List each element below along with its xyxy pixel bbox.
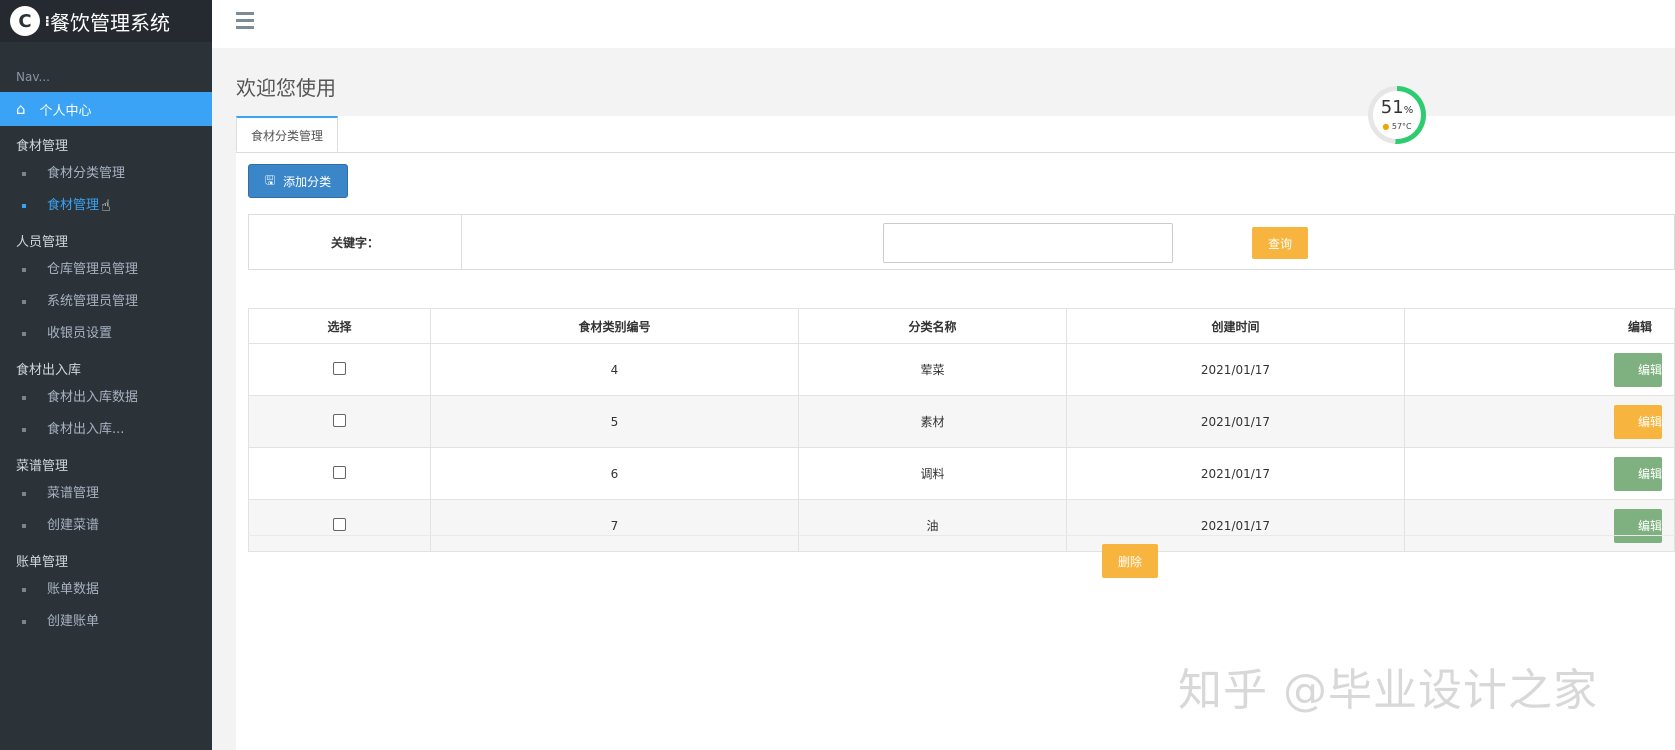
sidebar-item-stock-inout[interactable]: 食材出入库...: [0, 414, 212, 446]
cell-date: 2021/01/17: [1066, 447, 1405, 500]
table-row: 5 素材 2021/01/17 编辑: [248, 395, 1675, 448]
bullet-icon: [22, 172, 26, 176]
cell-date: 2021/01/17: [1066, 343, 1405, 396]
cell-name: 调料: [798, 447, 1067, 500]
brand-title: 餐饮管理系统: [50, 10, 170, 35]
thermometer-icon: ●: [1382, 122, 1390, 131]
sidebar-item-bill-data[interactable]: 账单数据: [0, 574, 212, 606]
col-id: 食材类别编号: [430, 308, 799, 344]
page-title: 欢迎您使用: [236, 76, 336, 100]
home-icon: ⌂: [16, 100, 26, 118]
row-checkbox[interactable]: [333, 517, 346, 531]
query-button[interactable]: 查询: [1252, 227, 1308, 259]
sidebar-item-stock-data[interactable]: 食材出入库数据: [0, 382, 212, 414]
sidebar-item-label: 食材分类管理: [47, 166, 126, 181]
edit-button[interactable]: 编辑: [1614, 456, 1662, 491]
sidebar-item-ingredient-category[interactable]: 食材分类管理: [0, 158, 212, 190]
delete-button[interactable]: 删除: [1102, 544, 1158, 578]
cell-name: 荤菜: [798, 343, 1067, 396]
save-icon: 🖫: [264, 172, 276, 187]
edit-button[interactable]: 编辑: [1614, 404, 1662, 439]
sidebar-item-cashier[interactable]: 收银员设置: [0, 318, 212, 350]
col-created: 创建时间: [1066, 308, 1405, 344]
sidebar-item-label: 系统管理员管理: [47, 294, 139, 309]
brand: C ⁝ 餐饮管理系统: [0, 0, 212, 42]
sidebar-item-label: 食材管理: [47, 198, 100, 213]
col-select: 选择: [248, 308, 431, 344]
nav-group-recipes[interactable]: 菜谱管理: [0, 446, 212, 478]
table-header-row: 选择 食材类别编号 分类名称 创建时间 编辑: [248, 308, 1675, 344]
watermark: 知乎 @毕业设计之家: [1178, 665, 1598, 716]
col-edit: 编辑: [1404, 308, 1675, 344]
row-checkbox[interactable]: [333, 361, 346, 375]
topbar: [212, 0, 1675, 49]
main-content: 欢迎您使用 食材分类管理 🖫 添加分类 关键字： 查询 选择 食材类别编号 分类…: [212, 48, 1675, 750]
sidebar-item-label: 个人中心: [39, 103, 92, 119]
sidebar-item-system-admin[interactable]: 系统管理员管理: [0, 286, 212, 318]
row-checkbox[interactable]: [333, 413, 346, 427]
sidebar-item-label: 收银员设置: [47, 326, 113, 341]
sidebar-item-label: 食材出入库...: [47, 422, 125, 437]
sidebar-item-label: 创建账单: [47, 614, 100, 629]
cell-id: 5: [430, 395, 799, 448]
sidebar-item-label: 仓库管理员管理: [47, 262, 139, 277]
tab-bar: 食材分类管理: [236, 116, 1675, 153]
category-table: 选择 食材类别编号 分类名称 创建时间 编辑 4 荤菜 2021/01/17 编…: [248, 308, 1675, 552]
cell-id: 4: [430, 343, 799, 396]
sidebar-item-label: 菜谱管理: [47, 486, 100, 501]
cpu-gauge: 51% ● 57°C: [1368, 86, 1426, 144]
search-label: 关键字：: [249, 215, 462, 269]
edit-button[interactable]: 编辑: [1614, 352, 1662, 387]
nav-group-bills[interactable]: 账单管理: [0, 542, 212, 574]
cell-date: 2021/01/17: [1066, 395, 1405, 448]
keyword-input[interactable]: [883, 223, 1173, 263]
sidebar-item-label: 创建菜谱: [47, 518, 100, 533]
gauge-inner: 51% ● 57°C: [1373, 91, 1421, 139]
gauge-unit: %: [1403, 105, 1414, 116]
divider: [248, 535, 1675, 536]
bullet-icon: [22, 492, 26, 496]
gauge-value: 51: [1380, 97, 1404, 118]
hand-cursor-icon: ☝: [101, 196, 111, 215]
sidebar: C ⁝ 餐饮管理系统 Nav... ⌂ 个人中心 食材管理 食材分类管理 食材管理…: [0, 0, 212, 750]
cell-name: 素材: [798, 395, 1067, 448]
add-category-button[interactable]: 🖫 添加分类: [248, 164, 348, 198]
nav-group-stock[interactable]: 食材出入库: [0, 350, 212, 382]
cell-id: 6: [430, 447, 799, 500]
nav-group-ingredients[interactable]: 食材管理: [0, 126, 212, 158]
sidebar-item-ingredient-management[interactable]: 食材管理 ☝: [0, 190, 212, 222]
bullet-icon: [22, 396, 26, 400]
search-row: 关键字： 查询: [248, 214, 1675, 270]
sidebar-item-create-recipe[interactable]: 创建菜谱: [0, 510, 212, 542]
sidebar-item-home[interactable]: ⌂ 个人中心: [0, 92, 212, 126]
bullet-icon: [22, 428, 26, 432]
bullet-icon: [22, 300, 26, 304]
row-checkbox[interactable]: [333, 465, 346, 479]
col-name: 分类名称: [798, 308, 1067, 344]
add-category-label: 添加分类: [283, 174, 332, 189]
sidebar-item-label: 账单数据: [47, 582, 100, 597]
cell-name: 油: [798, 499, 1067, 552]
sidebar-item-label: 食材出入库数据: [47, 390, 139, 405]
sidebar-item-create-bill[interactable]: 创建账单: [0, 606, 212, 638]
nav-group-staff[interactable]: 人员管理: [0, 222, 212, 254]
brand-logo-icon: C ⁝: [10, 6, 50, 36]
bullet-icon: [22, 204, 26, 208]
menu-toggle-icon[interactable]: [236, 12, 254, 33]
table-row: 7 油 2021/01/17 编辑: [248, 499, 1675, 552]
bullet-icon: [22, 332, 26, 336]
bullet-icon: [22, 588, 26, 592]
bullet-icon: [22, 524, 26, 528]
bullet-icon: [22, 268, 26, 272]
sidebar-item-recipe-management[interactable]: 菜谱管理: [0, 478, 212, 510]
table-row: 6 调料 2021/01/17 编辑: [248, 447, 1675, 500]
tab-ingredient-category[interactable]: 食材分类管理: [236, 116, 339, 152]
bullet-icon: [22, 620, 26, 624]
cell-id: 7: [430, 499, 799, 552]
edit-button[interactable]: 编辑: [1614, 508, 1662, 543]
gauge-temp: 57°C: [1391, 122, 1412, 131]
sidebar-item-warehouse-admin[interactable]: 仓库管理员管理: [0, 254, 212, 286]
nav-header: Nav...: [16, 70, 50, 84]
table-row: 4 荤菜 2021/01/17 编辑: [248, 343, 1675, 396]
